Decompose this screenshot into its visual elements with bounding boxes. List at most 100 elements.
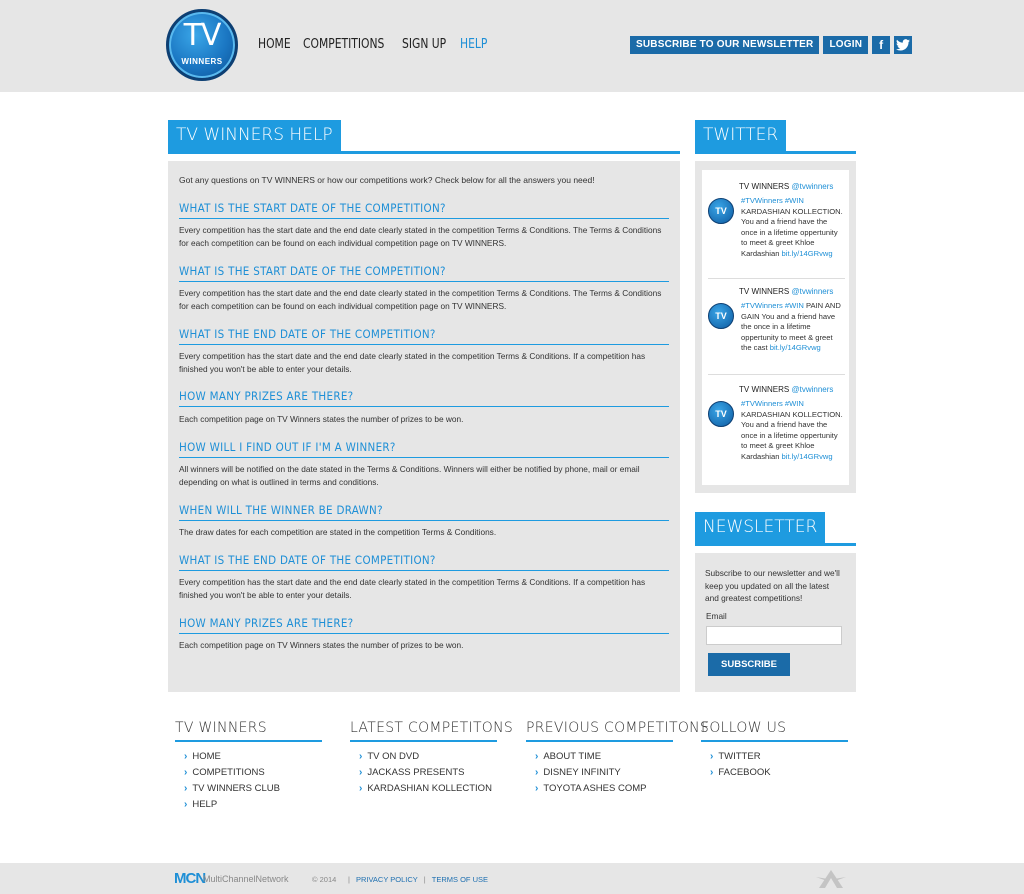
footer-link[interactable]: › FACEBOOK xyxy=(710,765,848,781)
footer-link[interactable]: › DISNEY INFINITY xyxy=(535,765,673,781)
faq-question[interactable]: HOW WILL I FIND OUT IF I'M A WINNER? xyxy=(179,440,669,458)
twitter-heading: TWITTER xyxy=(695,120,856,154)
header-actions: SUBSCRIBE TO OUR NEWSLETTER LOGIN f xyxy=(630,36,913,54)
subscribe-newsletter-button[interactable]: SUBSCRIBE TO OUR NEWSLETTER xyxy=(630,36,820,54)
bottom-bar: MCN MultiChannelNetwork © 2014 | PRIVACY … xyxy=(0,863,1024,894)
faq-question[interactable]: HOW MANY PRIZES ARE THERE? xyxy=(179,389,669,407)
subscribe-button[interactable]: SUBSCRIBE xyxy=(708,653,790,676)
nav-sign-up[interactable]: SIGN UP xyxy=(402,37,446,52)
twitter-panel: TV TV WINNERS @tvwinners #TVWinners #WIN… xyxy=(695,161,856,493)
footer-column-tv-winners: TV WINNERS › HOME › COMPETITIONS › TV WINNE… xyxy=(175,720,322,813)
tweet-avatar[interactable]: TV xyxy=(708,198,734,224)
footer-column-title: LATEST COMPETITONS xyxy=(350,720,513,742)
faq-answer: The draw dates for each competition are … xyxy=(179,527,497,537)
tweet-avatar[interactable]: TV xyxy=(708,401,734,427)
tweet-link[interactable]: bit.ly/14GRvwg xyxy=(770,343,821,352)
email-label: Email xyxy=(706,611,727,621)
tweet-handle[interactable]: @tvwinners xyxy=(791,182,833,191)
tweet-handle[interactable]: @tvwinners xyxy=(791,287,833,296)
copyright: © 2014 xyxy=(312,875,337,884)
tweet-name: TV WINNERS xyxy=(739,385,790,394)
email-field[interactable] xyxy=(706,626,842,645)
chevron-right-icon: › xyxy=(535,751,539,762)
faq-answer: Each competition page on TV Winners stat… xyxy=(179,640,464,650)
agency-logo-icon[interactable] xyxy=(816,869,846,889)
twitter-feed: TV TV WINNERS @tvwinners #TVWinners #WIN… xyxy=(702,170,849,485)
tweet-hashtags[interactable]: #TVWinners #WIN xyxy=(741,196,804,205)
chevron-right-icon: › xyxy=(359,783,363,794)
login-button[interactable]: LOGIN xyxy=(823,36,869,54)
footer-link-label: HOME xyxy=(192,751,221,762)
footer-column-latest: LATEST COMPETITONS › TV ON DVD › JACKASS P… xyxy=(350,720,513,797)
footer-link-label: KARDASHIAN KOLLECTION xyxy=(367,783,492,794)
footer-link-label: DISNEY INFINITY xyxy=(543,767,621,778)
tweet-link[interactable]: bit.ly/14GRvwg xyxy=(782,249,833,258)
tweet-body: #TVWinners #WIN PAIN AND GAIN You and a … xyxy=(741,301,845,354)
chevron-right-icon: › xyxy=(184,767,188,778)
nav-help[interactable]: HELP xyxy=(460,37,487,52)
tweet-hashtags[interactable]: #TVWinners #WIN xyxy=(741,399,804,408)
mcn-name: MultiChannelNetwork xyxy=(203,874,289,884)
help-panel: Got any questions on TV WINNERS or how o… xyxy=(168,161,680,692)
footer-link-list: › ABOUT TIME › DISNEY INFINITY › TOYOTA ASH… xyxy=(526,749,673,797)
privacy-policy-link[interactable]: PRIVACY POLICY xyxy=(356,875,418,884)
twitter-icon[interactable] xyxy=(894,36,913,54)
newsletter-panel: Subscribe to our newsletter and we'll ke… xyxy=(695,553,856,692)
newsletter-heading-rule xyxy=(695,543,856,546)
tweet-author: TV WINNERS @tvwinners xyxy=(739,287,833,296)
faq-question[interactable]: WHAT IS THE END DATE OF THE COMPETITION? xyxy=(179,553,669,571)
footer-link-label: FACEBOOK xyxy=(718,767,771,778)
mcn-logo[interactable]: MCN xyxy=(174,870,206,887)
footer-link[interactable]: › TV WINNERS CLUB xyxy=(184,781,322,797)
footer-link[interactable]: › JACKASS PRESENTS xyxy=(359,765,497,781)
terms-of-use-link[interactable]: TERMS OF USE xyxy=(432,875,488,884)
logo-winners-text: WINNERS xyxy=(181,57,223,66)
footer-link-label: COMPETITIONS xyxy=(192,767,265,778)
footer-link-label: HELP xyxy=(192,799,218,810)
faq-answer: Every competition has the start date and… xyxy=(179,225,662,248)
nav-competitions[interactable]: COMPETITIONS xyxy=(303,37,384,52)
help-title: TV WINNERS HELP xyxy=(168,120,341,151)
tweet-divider xyxy=(708,374,845,375)
tv-winners-logo[interactable]: TV WINNERS xyxy=(166,9,238,81)
faq-question[interactable]: WHAT IS THE START DATE OF THE COMPETITIO… xyxy=(179,201,669,219)
chevron-right-icon: › xyxy=(359,767,363,778)
help-heading: TV WINNERS HELP xyxy=(168,120,680,154)
footer-link[interactable]: › KARDASHIAN KOLLECTION xyxy=(359,781,497,797)
footer-link[interactable]: › TOYOTA ASHES COMP xyxy=(535,781,673,797)
faq-answer: Every competition has the start date and… xyxy=(179,288,662,311)
faq-question[interactable]: WHAT IS THE END DATE OF THE COMPETITION? xyxy=(179,327,669,345)
footer-link[interactable]: › HOME xyxy=(184,749,322,765)
chevron-right-icon: › xyxy=(535,783,539,794)
footer-link[interactable]: › ABOUT TIME xyxy=(535,749,673,765)
divider: | xyxy=(348,875,350,884)
faq-question[interactable]: WHEN WILL THE WINNER BE DRAWN? xyxy=(179,503,669,521)
tweet-link[interactable]: bit.ly/14GRvwg xyxy=(782,452,833,461)
divider: | xyxy=(423,875,426,884)
help-heading-rule xyxy=(168,151,680,154)
footer-column-title: TV WINNERS xyxy=(175,720,322,742)
nav-home[interactable]: HOME xyxy=(258,37,291,52)
footer-link-label: TV ON DVD xyxy=(367,751,420,762)
footer-column-follow: FOLLOW US › TWITTER › FACEBOOK xyxy=(701,720,848,781)
tweet-handle[interactable]: @tvwinners xyxy=(791,385,833,394)
footer-link[interactable]: › COMPETITIONS xyxy=(184,765,322,781)
chevron-right-icon: › xyxy=(184,783,188,794)
tweet-avatar[interactable]: TV xyxy=(708,303,734,329)
footer-link-label: TOYOTA ASHES COMP xyxy=(543,783,647,794)
chevron-right-icon: › xyxy=(184,751,188,762)
faq-answer: Each competition page on TV Winners stat… xyxy=(179,414,464,424)
newsletter-title: NEWSLETTER xyxy=(695,512,826,543)
faq-question[interactable]: HOW MANY PRIZES ARE THERE? xyxy=(179,616,669,634)
help-intro: Got any questions on TV WINNERS or how o… xyxy=(179,175,595,185)
chevron-right-icon: › xyxy=(535,767,539,778)
faq-question[interactable]: WHAT IS THE START DATE OF THE COMPETITIO… xyxy=(179,264,669,282)
tweet-author: TV WINNERS @tvwinners xyxy=(739,182,833,191)
tweet-hashtags[interactable]: #TVWinners #WIN xyxy=(741,301,804,310)
footer-link[interactable]: › TWITTER xyxy=(710,749,848,765)
twitter-heading-rule xyxy=(695,151,856,154)
chevron-right-icon: › xyxy=(710,751,714,762)
footer-link[interactable]: › TV ON DVD xyxy=(359,749,497,765)
footer-link[interactable]: › HELP xyxy=(184,797,322,813)
facebook-icon[interactable]: f xyxy=(872,36,891,54)
